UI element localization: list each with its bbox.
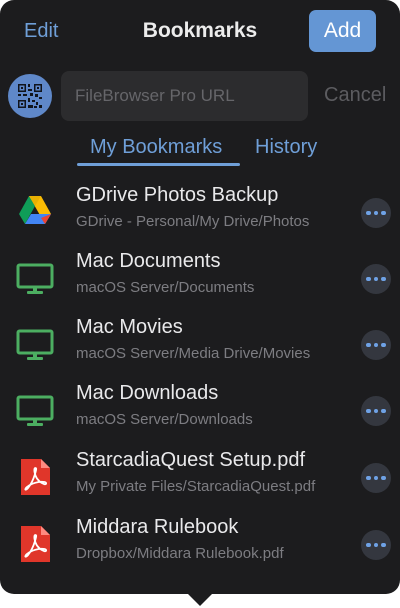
qr-code-icon <box>17 83 43 109</box>
more-options-button[interactable] <box>361 463 391 493</box>
more-options-button[interactable] <box>361 264 391 294</box>
bookmark-row[interactable]: Mac Documents macOS Server/Documents <box>0 246 400 312</box>
edit-button[interactable]: Edit <box>24 20 58 43</box>
bookmark-title: StarcadiaQuest Setup.pdf <box>76 449 306 471</box>
bookmark-path: macOS Server/Downloads <box>76 411 253 428</box>
bookmark-row[interactable]: GDrive Photos Backup GDrive - Personal/M… <box>0 180 400 246</box>
bookmark-title: Mac Movies <box>76 316 183 338</box>
monitor-icon <box>16 263 54 294</box>
tab-history[interactable]: History <box>255 136 317 159</box>
pdf-icon <box>21 526 50 562</box>
bookmark-title: Middara Rulebook <box>76 516 239 538</box>
more-options-button[interactable] <box>361 530 391 560</box>
bookmark-path: GDrive - Personal/My Drive/Photos <box>76 213 310 230</box>
bookmark-row[interactable]: Mac Movies macOS Server/Media Drive/Movi… <box>0 312 400 378</box>
pdf-icon <box>21 459 50 495</box>
bookmark-path: macOS Server/Media Drive/Movies <box>76 345 311 362</box>
bookmarks-popover: Edit Bookmarks Add Cancel My Bookmarks H… <box>0 0 400 594</box>
url-input[interactable] <box>61 71 308 121</box>
cancel-button[interactable]: Cancel <box>324 84 386 107</box>
bookmark-title: Mac Downloads <box>76 382 219 404</box>
bookmark-title: GDrive Photos Backup <box>76 184 279 206</box>
tab-my-bookmarks[interactable]: My Bookmarks <box>90 136 222 159</box>
monitor-icon <box>16 395 54 426</box>
popover-arrow <box>186 592 214 606</box>
selected-tab-indicator <box>77 163 240 166</box>
bookmark-title: Mac Documents <box>76 250 221 272</box>
bookmark-row[interactable]: Middara Rulebook Dropbox/Middara Ruleboo… <box>0 512 400 578</box>
bookmark-row[interactable]: StarcadiaQuest Setup.pdf My Private File… <box>0 445 400 511</box>
more-options-button[interactable] <box>361 330 391 360</box>
monitor-icon <box>16 329 54 360</box>
add-button[interactable]: Add <box>309 10 376 52</box>
bookmark-path: My Private Files/StarcadiaQuest.pdf <box>76 478 316 495</box>
bookmark-path: Dropbox/Middara Rulebook.pdf <box>76 545 284 562</box>
bookmark-path: macOS Server/Documents <box>76 279 255 296</box>
google-drive-icon <box>19 196 51 224</box>
bookmark-row[interactable]: Mac Downloads macOS Server/Downloads <box>0 378 400 444</box>
more-options-button[interactable] <box>361 396 391 426</box>
qr-scan-button[interactable] <box>8 74 52 118</box>
more-options-button[interactable] <box>361 198 391 228</box>
